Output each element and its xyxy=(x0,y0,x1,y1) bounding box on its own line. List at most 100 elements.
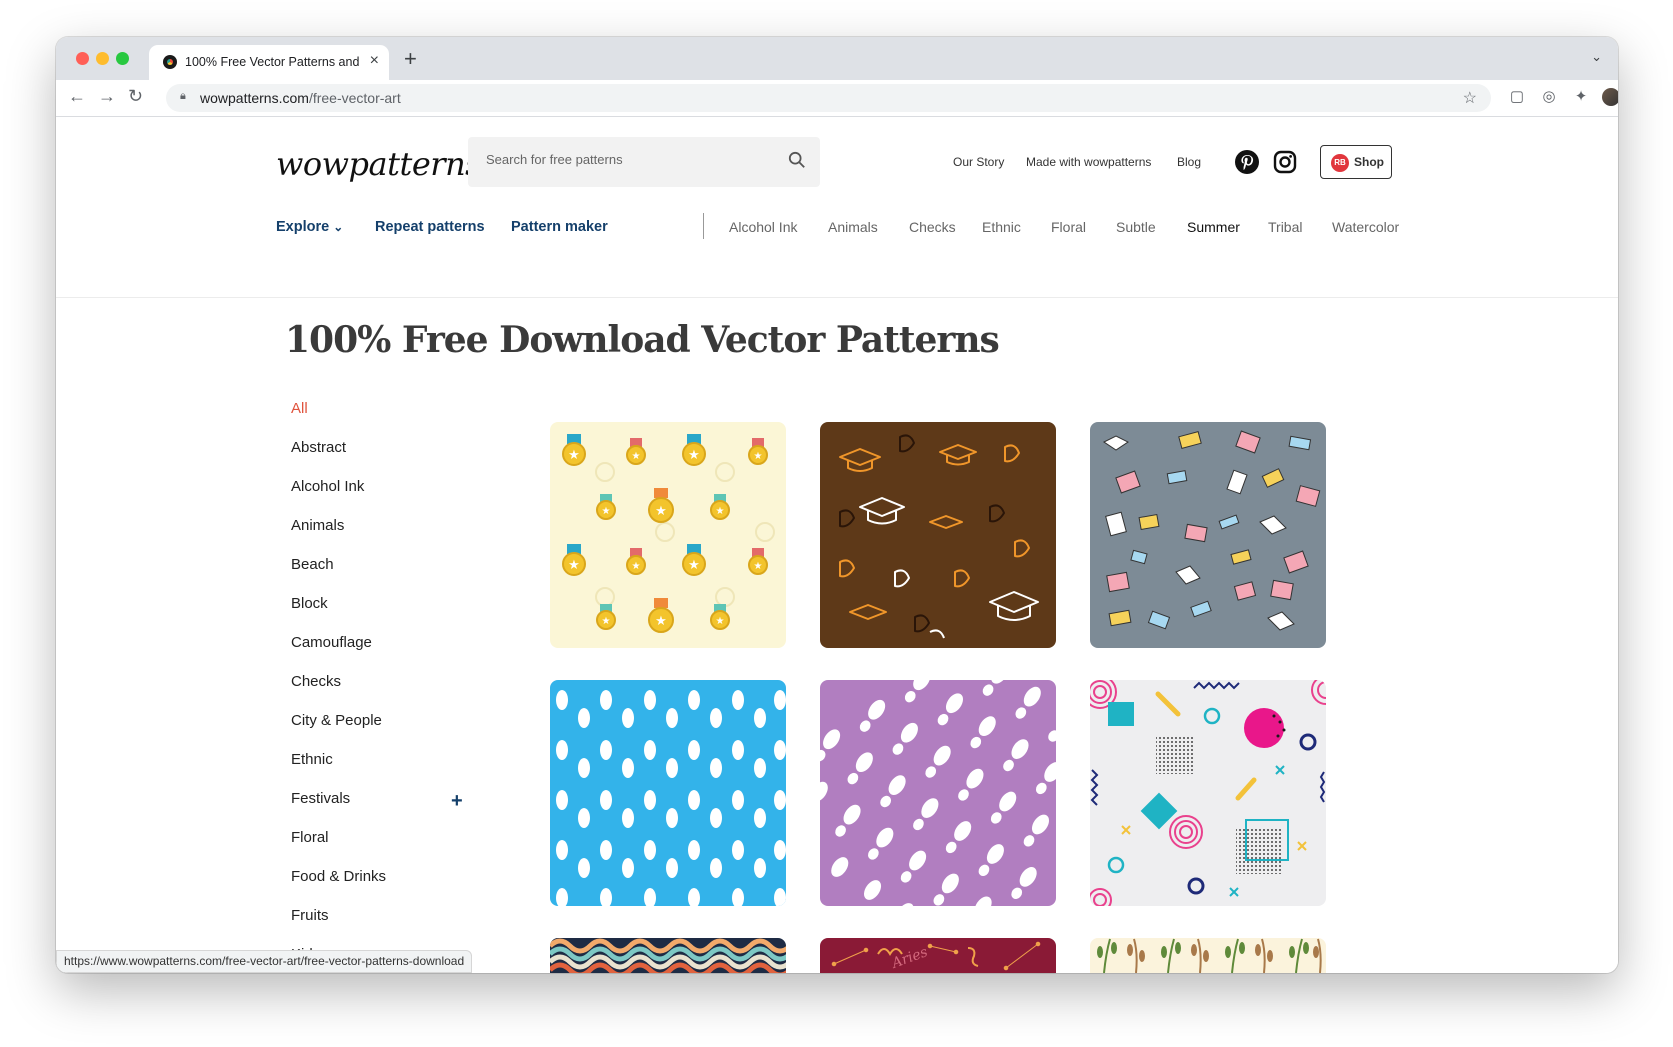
shoe-prints-pattern-image xyxy=(820,680,1056,906)
link-blog[interactable]: Blog xyxy=(1177,155,1201,169)
svg-text:★: ★ xyxy=(602,616,611,627)
sidebar-item-alcohol-ink[interactable]: Alcohol Ink xyxy=(291,478,364,495)
browser-window: 100% Free Vector Patterns and × + ⌄ ← → … xyxy=(56,37,1618,973)
nav-divider xyxy=(703,213,704,239)
sidebar-item-fruits[interactable]: Fruits xyxy=(291,907,329,924)
extension-icon[interactable]: ▢ xyxy=(1508,88,1526,106)
sidebar-item-food-drinks[interactable]: Food & Drinks xyxy=(291,868,386,885)
svg-text:★: ★ xyxy=(632,561,641,572)
svg-text:★: ★ xyxy=(655,613,667,628)
lock-icon: 🔒︎ xyxy=(180,90,186,102)
pattern-card-zodiac-aries[interactable]: Aries xyxy=(820,938,1056,973)
svg-text:★: ★ xyxy=(754,451,763,462)
nav-pattern-maker[interactable]: Pattern maker xyxy=(511,219,608,235)
maximize-window-button[interactable] xyxy=(116,52,129,65)
medals-pattern-image: ★ ★ ★ ★ ★ ★ ★ ★ ★ ★ ★ ★ ★ ★ xyxy=(550,422,786,648)
close-window-button[interactable] xyxy=(76,52,89,65)
status-bar-url: https://www.wowpatterns.com/free-vector-… xyxy=(56,950,473,973)
pattern-card-shoe-prints[interactable] xyxy=(820,680,1056,906)
pattern-card-footprints[interactable] xyxy=(550,680,786,906)
svg-text:★: ★ xyxy=(716,616,725,627)
tab-search-chevron-icon[interactable]: ⌄ xyxy=(1591,49,1602,65)
nav-category-watercolor[interactable]: Watercolor xyxy=(1332,219,1399,235)
svg-text:★: ★ xyxy=(602,506,611,517)
sidebar-item-abstract[interactable]: Abstract xyxy=(291,439,346,456)
svg-text:★: ★ xyxy=(754,561,763,572)
nav-category-subtle[interactable]: Subtle xyxy=(1116,219,1156,235)
pattern-card-medals[interactable]: ★ ★ ★ ★ ★ ★ ★ ★ ★ ★ ★ ★ ★ ★ xyxy=(550,422,786,648)
nav-category-ethnic[interactable]: Ethnic xyxy=(982,219,1021,235)
svg-text:★: ★ xyxy=(632,451,641,462)
books-pattern-image xyxy=(1090,422,1326,648)
bookmark-star-icon[interactable]: ☆ xyxy=(1463,88,1477,108)
svg-text:★: ★ xyxy=(655,503,667,518)
sidebar-item-block[interactable]: Block xyxy=(291,595,328,612)
nav-category-animals[interactable]: Animals xyxy=(828,219,878,235)
nav-repeat-patterns[interactable]: Repeat patterns xyxy=(375,219,485,235)
instagram-icon[interactable] xyxy=(1273,150,1297,174)
sidebar-item-checks[interactable]: Checks xyxy=(291,673,341,690)
tab-title: 100% Free Vector Patterns and xyxy=(185,55,360,69)
search-box xyxy=(468,137,820,187)
pinterest-icon[interactable] xyxy=(1235,150,1259,174)
pattern-card-books[interactable] xyxy=(1090,422,1326,648)
sidebar-item-animals[interactable]: Animals xyxy=(291,517,344,534)
expand-festivals-plus-icon[interactable]: + xyxy=(451,790,463,813)
sidebar-item-beach[interactable]: Beach xyxy=(291,556,334,573)
waves-pattern-image xyxy=(550,938,786,973)
link-made-with[interactable]: Made with wowpatterns xyxy=(1026,155,1151,169)
url-text: wowpatterns.com/free-vector-art xyxy=(200,90,401,106)
site-favicon-icon xyxy=(163,55,177,69)
pattern-card-wheat[interactable] xyxy=(1090,938,1326,973)
extensions-puzzle-icon[interactable]: ✦ xyxy=(1572,88,1590,106)
sidebar-item-ethnic[interactable]: Ethnic xyxy=(291,751,333,768)
minimize-window-button[interactable] xyxy=(96,52,109,65)
sidebar-item-camouflage[interactable]: Camouflage xyxy=(291,634,372,651)
tab-close-icon[interactable]: × xyxy=(370,52,379,70)
shop-label: Shop xyxy=(1354,155,1384,169)
sidebar-item-floral[interactable]: Floral xyxy=(291,829,329,846)
nav-category-alcohol-ink[interactable]: Alcohol Ink xyxy=(729,219,797,235)
sidebar-item-all[interactable]: All xyxy=(291,400,308,417)
tab-bar: 100% Free Vector Patterns and × + ⌄ xyxy=(56,37,1618,80)
nav-explore[interactable]: Explore ⌄ xyxy=(276,219,343,235)
sidebar-item-city-people[interactable]: City & People xyxy=(291,712,382,729)
chevron-down-icon: ⌄ xyxy=(333,220,344,234)
back-arrow-icon[interactable]: ← xyxy=(68,86,86,107)
link-our-story[interactable]: Our Story xyxy=(953,155,1004,169)
browser-tab[interactable]: 100% Free Vector Patterns and × xyxy=(149,45,389,80)
footprints-pattern-image xyxy=(550,680,786,906)
wheat-pattern-image xyxy=(1090,938,1326,973)
zodiac-aries-pattern-image: Aries xyxy=(820,938,1056,973)
redbubble-icon: RB xyxy=(1331,154,1349,172)
profile-avatar[interactable] xyxy=(1602,88,1618,106)
pattern-card-graduation-caps[interactable] xyxy=(820,422,1056,648)
svg-text:★: ★ xyxy=(716,506,725,517)
reload-icon[interactable]: ↻ xyxy=(128,86,143,107)
nav-category-checks[interactable]: Checks xyxy=(909,219,956,235)
site-logo[interactable]: wowpatterns xyxy=(276,145,482,183)
svg-text:★: ★ xyxy=(568,557,580,572)
pattern-card-waves[interactable] xyxy=(550,938,786,973)
address-bar[interactable]: 🔒︎ wowpatterns.com/free-vector-art ☆ xyxy=(166,84,1491,112)
svg-text:★: ★ xyxy=(568,447,580,462)
browser-toolbar: ← → ↻ 🔒︎ wowpatterns.com/free-vector-art… xyxy=(56,80,1618,117)
nav-category-summer[interactable]: Summer xyxy=(1187,219,1240,235)
search-input[interactable] xyxy=(484,151,778,168)
extension-grammar-icon[interactable]: ◎ xyxy=(1540,88,1558,106)
new-tab-button[interactable]: + xyxy=(404,46,417,72)
memphis-shapes-pattern-image xyxy=(1090,680,1326,906)
search-icon[interactable] xyxy=(788,151,806,169)
nav-category-floral[interactable]: Floral xyxy=(1051,219,1086,235)
shop-button[interactable]: RB Shop xyxy=(1320,145,1392,179)
web-page: wowpatterns Our Story Made with wowpatte… xyxy=(56,117,1618,973)
graduation-caps-pattern-image xyxy=(820,422,1056,648)
forward-arrow-icon[interactable]: → xyxy=(98,86,116,107)
sidebar-item-festivals[interactable]: Festivals xyxy=(291,790,350,807)
site-header: wowpatterns Our Story Made with wowpatte… xyxy=(56,117,1618,298)
svg-text:★: ★ xyxy=(688,447,700,462)
pattern-card-memphis-shapes[interactable] xyxy=(1090,680,1326,906)
page-title: 100% Free Download Vector Patterns xyxy=(285,319,1000,361)
svg-text:★: ★ xyxy=(688,557,700,572)
nav-category-tribal[interactable]: Tribal xyxy=(1268,219,1303,235)
